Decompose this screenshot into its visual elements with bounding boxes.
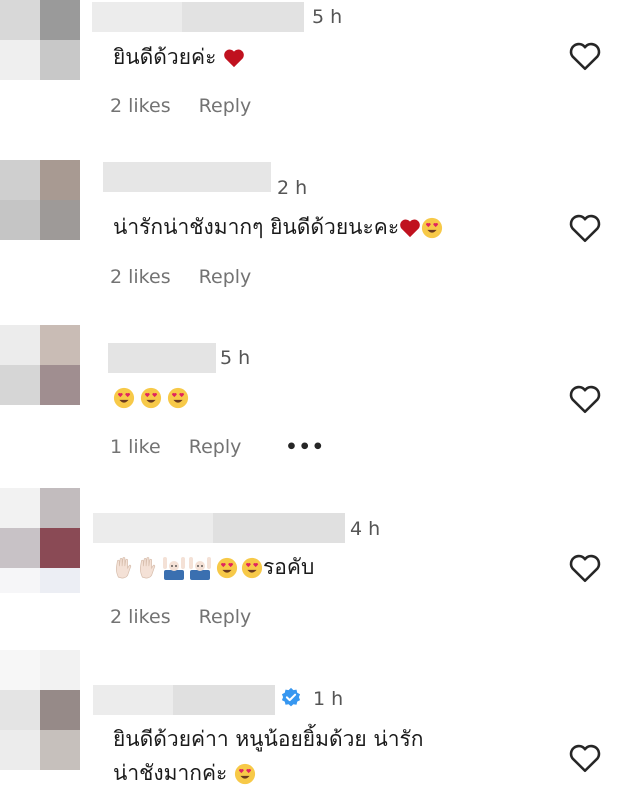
likes-count[interactable]: 2 likes [110,266,171,288]
comment-meta: 2 likes Reply [110,266,273,288]
heart-outline-icon[interactable] [568,552,602,584]
comment-text: น่ารักน่าชังมากๆ ยินดีด้วยนะคะ [113,210,443,244]
username-blurred[interactable] [93,513,345,543]
heart-outline-icon[interactable] [568,742,602,774]
avatar[interactable] [0,325,80,405]
timestamp: 5 h [220,347,251,369]
heart-eyes-emoji [422,217,443,239]
heart-outline-icon[interactable] [568,383,602,415]
avatar[interactable] [0,488,80,593]
likes-count[interactable]: 1 like [110,436,161,458]
username-blurred[interactable] [108,343,216,373]
red-heart-emoji [224,49,244,68]
comment-body: น่ารักน่าชังมากๆ ยินดีด้วยนะคะ [113,215,400,239]
raised-hand-emoji [139,557,156,579]
comment-body: น่าชังมากค่ะ [113,761,228,785]
person-raising-hands-emoji [163,557,185,580]
red-heart-emoji [400,219,420,238]
heart-eyes-emoji [234,763,256,785]
comment-text: ยินดีด้วยค่ะ [113,40,245,74]
avatar[interactable] [0,650,80,800]
raised-hand-emoji [115,557,132,579]
comment-meta: 1 like Reply ••• [110,436,347,458]
avatar[interactable] [0,0,80,80]
heart-eyes-emoji [167,387,189,409]
person-raising-hands-emoji [189,557,211,580]
timestamp: 5 h [312,6,343,28]
username-blurred[interactable] [103,162,271,192]
timestamp: 4 h [350,518,381,540]
timestamp: 1 h [313,688,344,710]
reply-button[interactable]: Reply [199,266,252,288]
timestamp: 2 h [277,177,308,199]
comment-text [113,380,189,414]
ellipsis-icon[interactable]: ••• [285,436,324,458]
comment-body: รอคับ [263,555,315,579]
comment-meta: 2 likes Reply [110,606,273,628]
reply-button[interactable]: Reply [199,606,252,628]
likes-count[interactable]: 2 likes [110,606,171,628]
heart-eyes-emoji [140,387,162,409]
heart-eyes-emoji [113,387,135,409]
heart-outline-icon[interactable] [568,40,602,72]
likes-count[interactable]: 2 likes [110,95,171,117]
heart-outline-icon[interactable] [568,212,602,244]
comment-text-line-1: ยินดีด้วยค่าา หนูน้อยยิ้มด้วย น่ารัก [113,727,424,751]
comment-body: ยินดีด้วยค่ะ [113,45,217,69]
heart-eyes-emoji [216,557,238,579]
comment-text-line-2: น่าชังมากค่ะ [113,756,256,790]
reply-button[interactable]: Reply [199,95,252,117]
username-blurred[interactable] [93,685,275,715]
username-blurred[interactable] [92,2,304,32]
avatar[interactable] [0,160,80,240]
comment-meta: 2 likes Reply [110,95,273,117]
reply-button[interactable]: Reply [189,436,242,458]
verified-badge-icon [281,687,301,707]
comment-text: รอคับ [113,550,314,584]
heart-eyes-emoji [241,557,263,579]
